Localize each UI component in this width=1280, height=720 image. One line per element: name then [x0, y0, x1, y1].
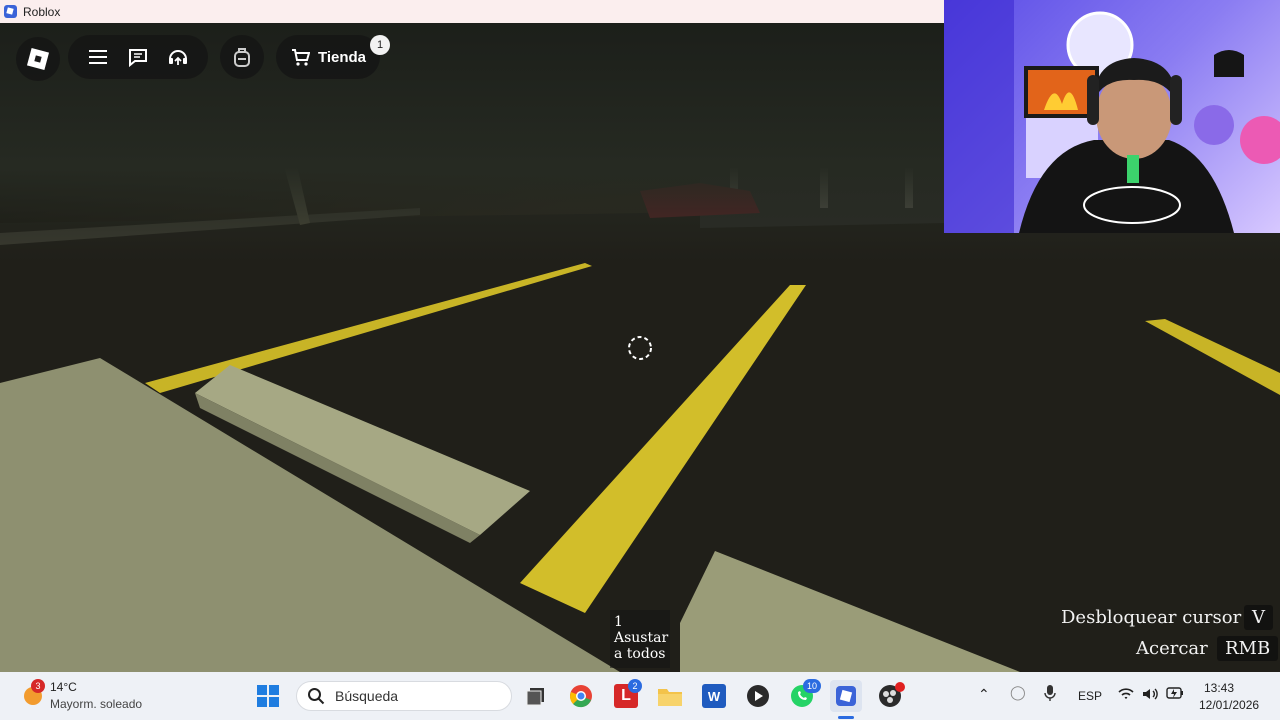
shop-button[interactable]: Tienda	[276, 35, 380, 79]
backpack-button[interactable]	[220, 35, 264, 79]
crosshair-icon	[628, 336, 652, 360]
active-app-indicator	[838, 716, 854, 719]
windows-icon	[257, 685, 279, 707]
clock-time[interactable]: 13:43	[1204, 681, 1234, 695]
chevron-up-icon[interactable]: ⌃	[978, 686, 990, 703]
wall-shadow	[944, 0, 1014, 233]
menu-icon[interactable]	[86, 45, 110, 69]
word-button[interactable]: W	[698, 680, 730, 712]
roblox-menu-button[interactable]	[16, 37, 60, 81]
voice-icon[interactable]	[166, 45, 190, 69]
clock-date[interactable]: 12/01/2026	[1199, 698, 1259, 712]
taskbar: 3 14°C Mayorm. soleado Búsqueda L 2 W 10	[0, 672, 1280, 720]
window-title: Roblox	[23, 4, 61, 19]
file-explorer-button[interactable]	[654, 680, 686, 712]
task-view-icon	[526, 688, 544, 706]
whatsapp-badge: 10	[803, 679, 821, 693]
control-hint-label: Desbloquear cursor	[1061, 607, 1242, 628]
word-icon: W	[702, 684, 726, 708]
battery-icon[interactable]	[1166, 686, 1184, 703]
tray-app-icon[interactable]: ◯	[1010, 684, 1026, 701]
shop-label: Tienda	[317, 48, 367, 66]
chat-icon[interactable]	[126, 45, 150, 69]
language-indicator[interactable]: ESP	[1078, 689, 1102, 703]
backpack-icon	[234, 48, 250, 67]
microphone-icon[interactable]	[1044, 684, 1056, 705]
search-icon	[308, 688, 325, 705]
roblox-icon	[836, 686, 856, 706]
media-player-button[interactable]	[742, 680, 774, 712]
cart-icon	[291, 49, 310, 66]
chrome-button[interactable]	[565, 680, 597, 712]
control-hint-zoom: Acercar	[1136, 638, 1208, 659]
taskbar-search[interactable]: Búsqueda	[296, 681, 512, 711]
chrome-icon	[570, 685, 592, 708]
task-view-button[interactable]	[520, 680, 552, 712]
folder-icon	[658, 689, 682, 706]
webcam-scene	[944, 0, 1280, 233]
control-hint-unlock: Desbloquear cursor	[1061, 607, 1241, 628]
search-placeholder: Búsqueda	[335, 688, 399, 704]
headphone-right	[1170, 75, 1182, 125]
plush-toy	[1194, 105, 1234, 145]
roblox-logo-icon	[26, 47, 50, 71]
control-key-rmb: RMB	[1217, 636, 1279, 661]
start-button[interactable]	[252, 680, 284, 712]
obs-recording-dot	[895, 682, 905, 692]
l-app-badge: 2	[628, 679, 642, 693]
play-icon	[747, 685, 769, 707]
headphone-left	[1087, 75, 1099, 125]
weather-badge: 3	[31, 679, 45, 693]
control-hint-label: Acercar	[1136, 638, 1208, 659]
wifi-icon[interactable]	[1117, 686, 1135, 705]
roblox-taskbar-button[interactable]	[830, 680, 862, 712]
hanging-bag	[1214, 50, 1244, 77]
hotbar-slot-number: 1	[614, 614, 623, 630]
roblox-app-icon	[4, 5, 17, 18]
volume-icon[interactable]	[1141, 686, 1159, 705]
plush-donut	[1240, 116, 1280, 164]
microphone	[1127, 155, 1139, 183]
hotbar-slot-scare[interactable]: 1 Asustar a todos	[610, 610, 670, 668]
hotbar-slot-label: Asustar a todos	[614, 630, 669, 662]
webcam-overlay	[944, 0, 1280, 233]
shop-badge: 1	[370, 35, 390, 55]
hud-button-group	[68, 35, 208, 79]
weather-description[interactable]: Mayorm. soleado	[50, 697, 142, 711]
window-titlebar: Roblox	[0, 0, 944, 23]
control-key-v: V	[1244, 605, 1273, 630]
weather-temp[interactable]: 14°C	[50, 680, 77, 694]
